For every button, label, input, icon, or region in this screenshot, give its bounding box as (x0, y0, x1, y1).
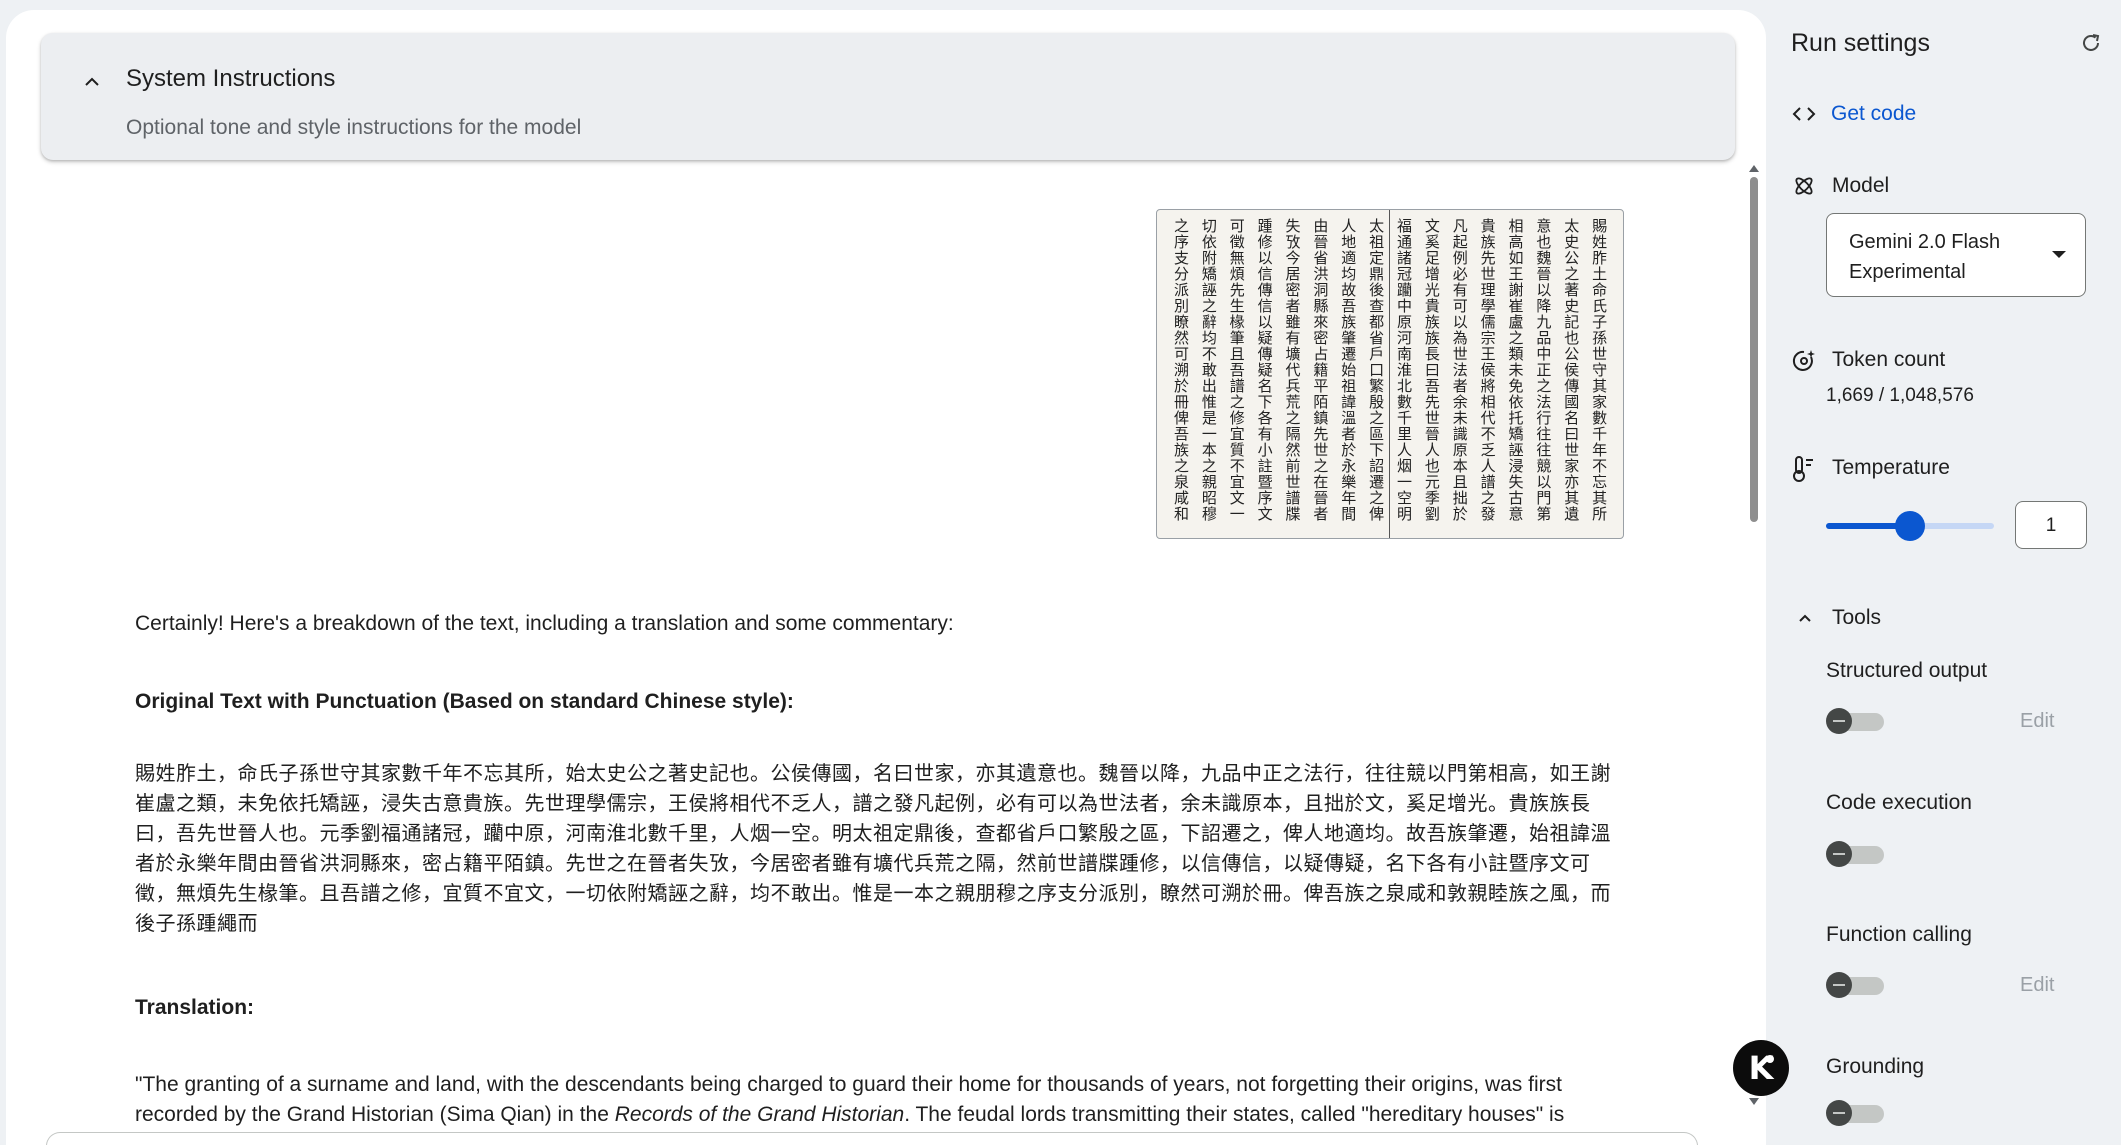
run-settings-panel: Run settings Get code Model Gemini 2.0 F… (1766, 0, 2121, 1135)
document-text-column: 福通諸冠躪中原河南淮北數千里人烟一空明 (1395, 218, 1413, 522)
code-execution-toggle[interactable] (1826, 840, 1886, 868)
scroll-down-arrow-icon[interactable] (1749, 1098, 1759, 1105)
get-code-link[interactable]: Get code (1831, 102, 1916, 126)
thermometer-icon (1793, 456, 1813, 482)
toggle-knob (1826, 1100, 1852, 1126)
chevron-up-icon[interactable] (81, 71, 103, 93)
chat-scrollbar[interactable] (1747, 165, 1761, 1105)
function-calling-edit-button[interactable]: Edit (2020, 974, 2054, 997)
toggle-knob (1826, 972, 1852, 998)
temperature-slider[interactable] (1826, 506, 1994, 546)
document-text-column: 相高如王謝崔盧之類未免依托矯誣浸失古意 (1506, 218, 1525, 522)
structured-output-label: Structured output (1826, 659, 1988, 682)
token-count-icon (1792, 350, 1815, 371)
uploaded-document-image[interactable]: 賜姓胙土命氏子孫世守其家數千年不忘其所始太史公之著史記也公侯傳國名曰世家亦其遺意… (1156, 209, 1624, 539)
document-text-column: 之序支分派別瞭然可溯於冊俾吾族之泉咸和 (1172, 218, 1190, 522)
chat-history: 賜姓胙土命氏子孫世守其家數千年不忘其所始太史公之著史記也公侯傳國名曰世家亦其遺意… (6, 175, 1756, 1145)
document-text-column: 由晉省洪洞縣來密占籍平陌鎮先世之在晉者 (1311, 218, 1330, 522)
response-heading-original: Original Text with Punctuation (Based on… (135, 690, 794, 713)
model-select-value: Gemini 2.0 Flash Experimental (1849, 231, 2001, 283)
prompt-input-box[interactable] (46, 1132, 1698, 1145)
run-settings-title: Run settings (1791, 29, 1930, 57)
page-fold-divider (1389, 210, 1390, 538)
system-instructions-title: System Instructions (126, 65, 336, 92)
function-calling-label: Function calling (1826, 923, 1972, 946)
code-execution-label: Code execution (1826, 791, 1972, 814)
chevron-up-icon[interactable] (1796, 609, 1814, 627)
response-original-text: 賜姓胙土，命氏子孫世守其家數千年不忘其所，始太史公之著史記也。公侯傳國，名曰世家… (135, 761, 1611, 935)
assistant-fab-icon[interactable]: K (1733, 1040, 1789, 1096)
document-text-column: 太史公之著史記也公侯傳國名曰世家亦其遺 (1562, 218, 1581, 522)
document-text-column: 賜姓胙土命氏子孫世守其家數千年不忘其所始 (1590, 218, 1609, 522)
model-label: Model (1832, 174, 1890, 197)
grounding-toggle[interactable] (1826, 1099, 1886, 1127)
structured-output-edit-button[interactable]: Edit (2020, 710, 2054, 733)
document-text-column: 失攷今居密者雖有壙代兵荒之隔然前世譜牒 (1283, 218, 1302, 522)
document-text-column: 切依附矯誣之辭均不敢出惟是一本之親昭穆 (1199, 218, 1218, 522)
document-text-column: 貴族先世理學儒宗王侯將相代不乏人譜之發 (1478, 218, 1497, 522)
toggle-knob (1826, 708, 1852, 734)
translation-book-title: Records of the Grand Historian (614, 1103, 905, 1126)
response-intro: Certainly! Here's a breakdown of the tex… (135, 612, 954, 635)
dropdown-caret-icon (2052, 251, 2066, 258)
function-calling-toggle[interactable] (1826, 971, 1886, 999)
document-text-column: 可徵無煩先生椽筆且吾譜之修宜質不宜文一 (1227, 218, 1246, 522)
temperature-label: Temperature (1832, 456, 1950, 479)
document-text-column: 踵修以信傳信以疑傳疑名下各有小註暨序文 (1255, 218, 1274, 522)
model-icon (1795, 177, 1813, 195)
document-text-column: 意也魏晉以降九品中正之法行往往競以門第 (1534, 218, 1553, 522)
chat-panel: System Instructions Optional tone and st… (6, 10, 1766, 1145)
scroll-thumb[interactable] (1750, 177, 1758, 522)
scroll-up-arrow-icon[interactable] (1749, 165, 1759, 172)
model-select[interactable]: Gemini 2.0 Flash Experimental (1826, 213, 2086, 297)
code-icon[interactable] (1791, 104, 1817, 124)
structured-output-toggle[interactable] (1826, 707, 1886, 735)
document-text-column: 人地適均故吾族肇遷始祖諱溫者於永樂年間 (1339, 218, 1358, 522)
document-text-column: 文奚足增光貴族族長曰吾先世晉人也元季劉 (1422, 218, 1441, 522)
grounding-label: Grounding (1826, 1055, 1925, 1078)
token-count-value: 1,669 / 1,048,576 (1826, 385, 1974, 406)
document-text-column: 凡起例必有可以為世法者余未識原本且拙於 (1450, 218, 1469, 522)
refresh-icon[interactable] (2079, 31, 2103, 55)
system-instructions-card[interactable]: System Instructions Optional tone and st… (41, 33, 1735, 160)
response-translation: "The granting of a surname and land, wit… (135, 1070, 1615, 1130)
slider-thumb[interactable] (1895, 511, 1925, 541)
temperature-input[interactable]: 1 (2015, 501, 2087, 549)
translation-text-part2: . The feudal lords transmitting their st… (904, 1103, 1565, 1126)
toggle-knob (1826, 841, 1852, 867)
token-count-label: Token count (1832, 348, 1946, 371)
response-heading-translation: Translation: (135, 996, 255, 1019)
document-text-columns: 賜姓胙土命氏子孫世守其家數千年不忘其所始太史公之著史記也公侯傳國名曰世家亦其遺意… (1167, 218, 1613, 530)
document-text-column: 太祖定鼎後查都省戶口繁殷之區下詔遷之俾 (1367, 218, 1386, 522)
system-instructions-input[interactable]: Optional tone and style instructions for… (126, 116, 581, 140)
tools-label: Tools (1832, 606, 1882, 629)
